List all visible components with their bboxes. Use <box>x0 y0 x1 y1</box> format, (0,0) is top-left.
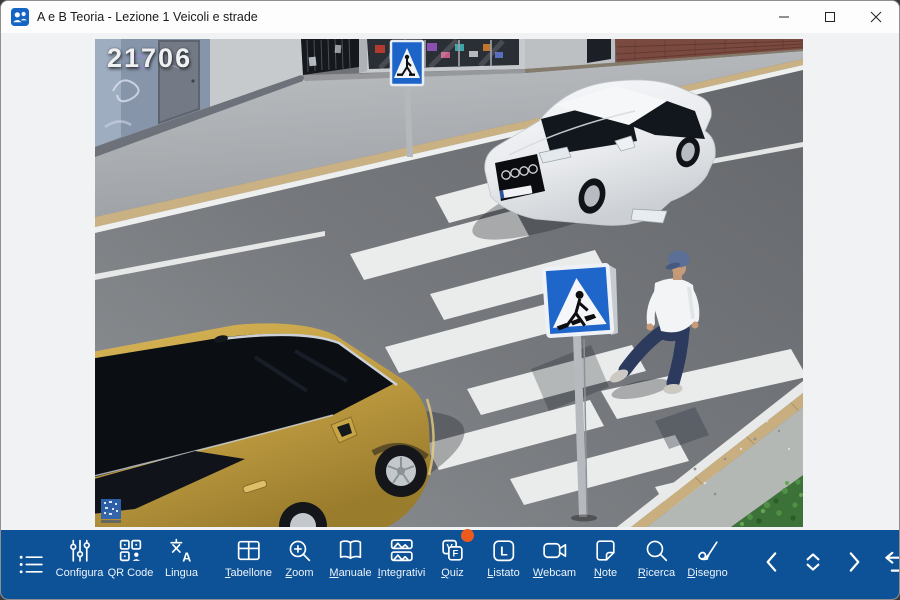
toolbar-item-label: Configura <box>56 567 104 579</box>
notification-badge <box>461 529 474 542</box>
toolbar-item-label: Manuale <box>329 567 371 579</box>
toolbar-item-label: Integrativi <box>378 567 426 579</box>
minimize-button[interactable] <box>761 1 807 33</box>
toolbar-item-ricerca[interactable]: Ricerca <box>631 534 682 595</box>
window-title: A e B Teoria - Lezione 1 Veicoli e strad… <box>37 10 258 24</box>
toolbar-item-integrativi[interactable]: Integrativi <box>376 534 427 595</box>
close-button[interactable] <box>853 1 899 33</box>
translate-icon: A <box>168 537 195 564</box>
svg-text:L: L <box>500 545 508 559</box>
list-menu-icon <box>17 551 44 578</box>
images-icon <box>388 537 415 564</box>
sliders-icon <box>66 537 93 564</box>
toolbar-item-listato[interactable]: L Listato <box>478 534 529 595</box>
toolbar-item-label: QR Code <box>108 567 154 579</box>
toolbar-item-configura[interactable]: Configura <box>54 534 105 595</box>
svg-text:F: F <box>452 549 458 559</box>
letter-l-icon: L <box>490 537 517 564</box>
toolbar-item-label: Lingua <box>165 567 198 579</box>
toolbar-item-quiz[interactable]: VF Quiz <box>427 534 478 595</box>
chevrons-up-down-icon <box>799 548 827 581</box>
chevron-right-icon <box>840 548 868 581</box>
toolbar-item-manuale[interactable]: Manuale <box>325 534 376 595</box>
qr-code-icon <box>117 537 144 564</box>
toolbar-item-zoom[interactable]: Zoom <box>274 534 325 595</box>
nav-next-button[interactable] <box>833 543 874 587</box>
zoom-in-icon <box>286 537 313 564</box>
book-icon <box>337 537 364 564</box>
toolbar-item-label: Ricerca <box>638 567 675 579</box>
nav-prev-button[interactable] <box>751 543 792 587</box>
toolbar-item-label: Webcam <box>533 567 576 579</box>
app-window: A e B Teoria - Lezione 1 Veicoli e strad… <box>0 0 900 600</box>
toolbar-menu-button[interactable] <box>17 545 44 585</box>
toolbar-item-label: Note <box>594 567 617 579</box>
webcam-icon <box>541 537 568 564</box>
pen-icon <box>694 537 721 564</box>
toolbar-item-label: Listato <box>487 567 519 579</box>
window-controls <box>761 1 899 33</box>
figure-number: 21706 <box>107 43 192 74</box>
nav-jump-button[interactable] <box>792 543 833 587</box>
toolbar-item-disegno[interactable]: Disegno <box>682 534 733 595</box>
nav-return-button[interactable] <box>874 543 900 587</box>
scene-image: 21706 <box>95 39 803 527</box>
toolbar-item-label: Quiz <box>441 567 464 579</box>
toolbar-item-label: Zoom <box>285 567 313 579</box>
maximize-button[interactable] <box>807 1 853 33</box>
svg-text:A: A <box>182 550 191 564</box>
content-area: 21706 <box>1 33 899 530</box>
toolbar-item-tabellone[interactable]: Tabellone <box>223 534 274 595</box>
search-icon <box>643 537 670 564</box>
toolbar-item-label: Disegno <box>687 567 727 579</box>
app-icon <box>11 8 29 26</box>
quiz-vf-icon: VF <box>439 537 466 564</box>
note-icon <box>592 537 619 564</box>
toolbar-item-webcam[interactable]: Webcam <box>529 534 580 595</box>
chevron-left-icon <box>758 548 786 581</box>
toolbar-item-qr-code[interactable]: QR Code <box>105 534 156 595</box>
toolbar-nav-group <box>751 543 900 587</box>
toolbar-item-lingua[interactable]: A Lingua <box>156 534 207 595</box>
return-arrow-icon <box>881 548 900 581</box>
toolbar-item-label: Tabellone <box>225 567 272 579</box>
titlebar: A e B Teoria - Lezione 1 Veicoli e strad… <box>1 1 899 34</box>
toolbar-item-note[interactable]: Note <box>580 534 631 595</box>
board-grid-icon <box>235 537 262 564</box>
toolbar: Configura QR Code A Lingua Tabellone Zoom Manu… <box>1 530 899 599</box>
